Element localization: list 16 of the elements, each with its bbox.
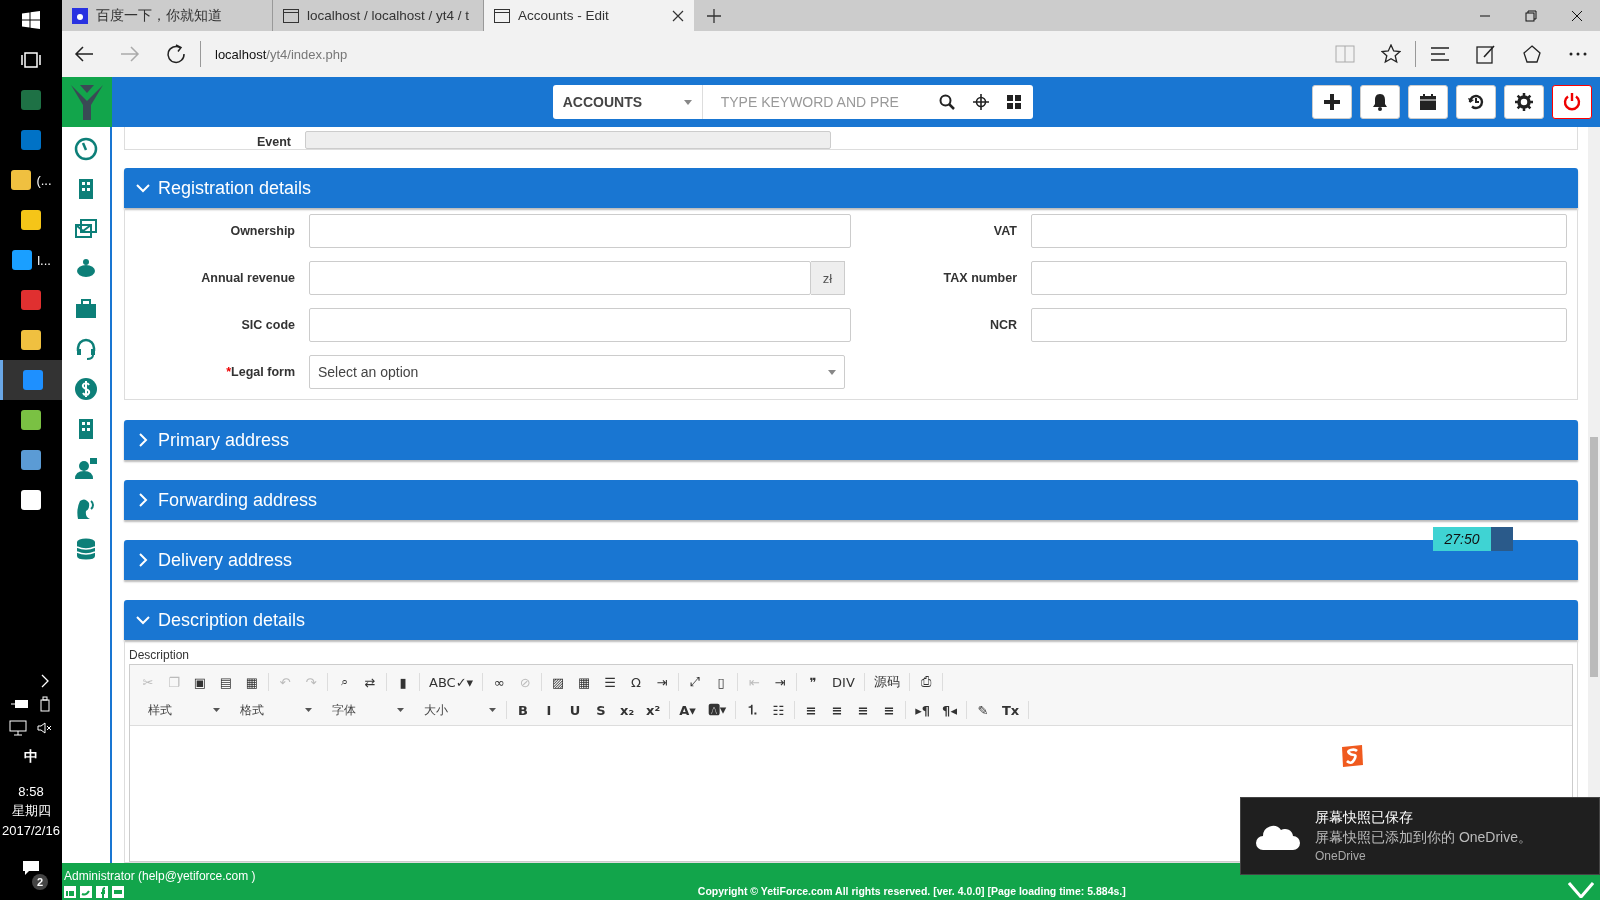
field-label: Event xyxy=(255,135,291,149)
field-label: TAX number xyxy=(942,271,1017,285)
currency-addon: zł xyxy=(811,261,845,295)
field-label: Ownership xyxy=(229,224,295,238)
notification-count: 2 xyxy=(32,874,48,890)
toast-title: 屏幕快照已保存 xyxy=(1315,809,1414,827)
user-info: Administrator (help@yetiforce.com ) xyxy=(64,869,256,883)
field-label: *Legal form xyxy=(225,365,295,379)
toast-message: 屏幕快照已添加到你的 OneDrive。 xyxy=(1315,829,1533,847)
copyright-text: Copyright © YetiForce.com All rights reserved. [ver. 4.0.0] [Page loading time: 5.884s.] xyxy=(696,885,1127,897)
field-label: NCR xyxy=(988,318,1017,332)
field-label: Annual revenue xyxy=(200,271,295,285)
toast-source: OneDrive xyxy=(1315,849,1367,863)
field-label: SIC code xyxy=(240,318,295,332)
field-label: VAT xyxy=(992,224,1017,238)
field-label: Description xyxy=(129,648,191,662)
